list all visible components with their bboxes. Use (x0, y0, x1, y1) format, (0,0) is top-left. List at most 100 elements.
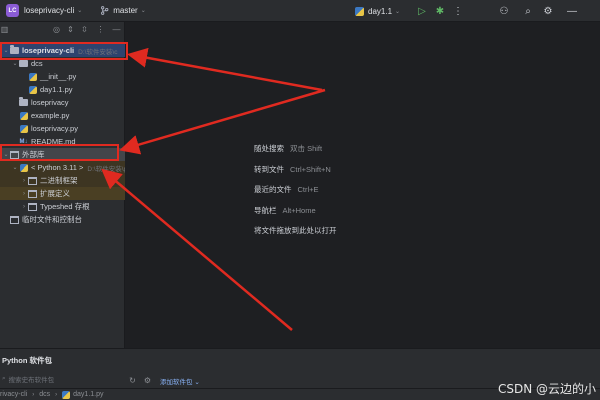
project-selector[interactable]: LC loseprivacy-cli ⌄ (0, 4, 82, 17)
minimize-icon[interactable]: — (566, 5, 578, 17)
editor-tip-shortcut: Alt+Home (282, 205, 316, 215)
tree-row-label: __init__.py (40, 72, 77, 81)
debug-icon[interactable]: ✱ (434, 5, 446, 17)
branch-selector[interactable]: master ⌄ (82, 6, 146, 15)
expand-all-icon[interactable]: ⇕ (66, 25, 75, 34)
tree-row[interactable]: 临时文件和控制台 (0, 213, 125, 226)
tree-row[interactable]: example.py (0, 109, 125, 122)
chevron-down-icon[interactable]: ⌄ (11, 60, 19, 67)
folder-icon (19, 58, 28, 68)
arrow-to-project (127, 47, 323, 92)
chevron-right-icon: › (55, 391, 58, 398)
project-panel-header: ▥ ◎ ⇕ ⇳ ⋮ — (0, 22, 124, 38)
library-icon (28, 202, 37, 211)
tree-row-path: D:\软件安装\p (87, 165, 125, 173)
tree-row-label: Typeshed 存根 (40, 202, 90, 211)
editor-tip: 转到文件 Ctrl+Shift+N (254, 164, 331, 175)
tree-row[interactable]: day1.1.py (0, 83, 125, 96)
chevron-down-icon: ⌄ (395, 8, 401, 15)
editor-tip-label: 导航栏 (254, 205, 277, 215)
python-file-icon (28, 85, 37, 94)
project-tool-window: ▥ ◎ ⇕ ⇳ ⋮ — ⌄ loseprivacy-cli D:\软件安装\c ⌄ dc… (0, 22, 125, 348)
title-bar: LC loseprivacy-cli ⌄ master ⌄ day1.1 ⌄ ▷… (0, 0, 600, 22)
breadcrumb-file[interactable]: day1.1.py (73, 391, 103, 398)
package-search-field[interactable]: ⌕ 搜索史布软件包 (2, 374, 54, 384)
collapse-all-icon[interactable]: ⇳ (80, 25, 89, 34)
branch-name: master (113, 6, 138, 15)
run-configuration-selector[interactable]: day1.1 ⌄ (355, 0, 400, 22)
panel-icon[interactable]: ▥ (0, 25, 9, 34)
editor-tip-shortcut: Ctrl+E (297, 185, 319, 194)
python-file-icon (355, 6, 364, 16)
python-file-icon (62, 390, 71, 399)
gear-icon[interactable]: ⚙ (143, 376, 152, 385)
tree-row-label: 扩展定义 (40, 189, 70, 198)
arrow-to-python-sdk (101, 168, 293, 331)
add-user-icon[interactable]: ⚇ (498, 5, 510, 17)
chevron-right-icon[interactable]: › (20, 204, 28, 210)
python-file-icon (28, 72, 37, 81)
add-package-button[interactable]: 添加软件包 ⌄ (160, 376, 200, 386)
tree-row[interactable]: loseprivacy (0, 96, 125, 109)
tree-row-label: day1.1.py (40, 85, 73, 94)
project-name: loseprivacy-cli (24, 6, 75, 15)
editor-tip: 将文件拖放到此处以打开 (254, 225, 337, 236)
chevron-down-icon[interactable]: ⌄ (11, 164, 19, 171)
editor-tip-shortcut: Ctrl+Shift+N (290, 164, 331, 174)
editor-tip-label: 随处搜索 (254, 144, 284, 153)
tree-row[interactable]: __init__.py (0, 70, 125, 83)
add-package-label: 添加软件包 (160, 379, 193, 386)
hide-panel-icon[interactable]: — (112, 25, 121, 34)
branch-icon (101, 6, 109, 15)
python-file-icon (19, 111, 28, 120)
editor-tip-label: 转到文件 (254, 164, 284, 174)
chevron-down-icon: ⌄ (140, 8, 146, 14)
library-icon (28, 189, 37, 198)
highlight-box-project (0, 42, 128, 60)
tree-row[interactable]: › Typeshed 存根 (0, 200, 125, 213)
more-options-icon[interactable]: ⋮ (96, 25, 105, 34)
tree-row[interactable]: › 扩展定义 (0, 187, 125, 200)
more-actions-icon[interactable]: ⋮ (452, 5, 464, 17)
breadcrumb-folder[interactable]: dcs (39, 391, 50, 398)
tree-row-label: 二进制框架 (40, 176, 78, 185)
tree-row-label: example.py (31, 111, 70, 120)
breadcrumb-project[interactable]: rivacy-cli (0, 391, 27, 398)
editor-tip-shortcut: 双击 Shift (290, 144, 323, 153)
project-badge: LC (6, 4, 19, 17)
highlight-box-external-libraries (0, 144, 119, 161)
editor-tip: 最近的文件 Ctrl+E (254, 184, 319, 195)
chevron-down-icon: ⌄ (194, 379, 200, 386)
editor-tip: 导航栏 Alt+Home (254, 205, 316, 216)
library-icon (28, 176, 37, 185)
arrow-to-external-libraries (119, 88, 326, 155)
search-icon: ⌕ (2, 375, 6, 382)
tree-row-label: loseprivacy (31, 98, 69, 107)
chevron-right-icon: › (32, 391, 35, 398)
tree-row[interactable]: loseprivacy.py (0, 122, 125, 135)
run-icon[interactable]: ▷ (416, 5, 428, 17)
tree-row-label: dcs (31, 59, 43, 68)
run-configuration-name: day1.1 (368, 6, 393, 16)
refresh-icon[interactable]: ↻ (128, 376, 137, 385)
editor-tip: 随处搜索 双击 Shift (254, 143, 322, 154)
chevron-right-icon[interactable]: › (20, 191, 28, 197)
tree-row[interactable]: ⌄ < Python 3.11 > D:\软件安装\p (0, 161, 125, 174)
packages-panel-title: Python 软件包 (2, 356, 52, 365)
tree-row-label: < Python 3.11 > (31, 163, 84, 172)
tree-row[interactable]: › 二进制框架 (0, 174, 125, 187)
tree-row-label: loseprivacy.py (31, 124, 78, 133)
editor-tip-label: 将文件拖放到此处以打开 (254, 226, 337, 235)
gear-icon[interactable]: ⚙ (542, 5, 554, 17)
search-icon[interactable]: ⌕ (522, 5, 534, 17)
python-file-icon (19, 124, 28, 133)
watermark: CSDN @云边的小 (497, 382, 596, 396)
python-file-icon (19, 163, 28, 172)
package-search-placeholder: 搜索史布软件包 (8, 377, 55, 384)
locate-icon[interactable]: ◎ (52, 25, 61, 34)
console-icon (10, 215, 19, 224)
editor-tip-label: 最近的文件 (254, 185, 292, 194)
chevron-right-icon[interactable]: › (20, 178, 28, 184)
tree-row-label: 临时文件和控制台 (22, 215, 82, 224)
folder-icon (19, 97, 28, 107)
